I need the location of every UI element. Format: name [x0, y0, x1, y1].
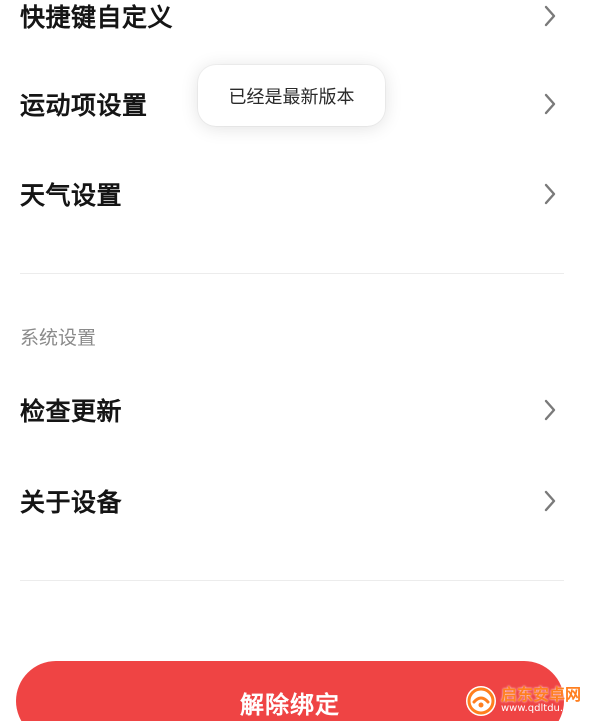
chevron-right-icon	[541, 397, 559, 423]
watermark-title: 启东安卓网	[501, 685, 582, 705]
settings-item-check-update[interactable]: 检查更新	[0, 375, 598, 445]
watermark-text: 启东安卓网 www.qdltdu.com	[501, 687, 584, 714]
chevron-right-icon	[541, 181, 559, 207]
settings-item-shortcut-custom[interactable]: 快捷键自定义	[0, 0, 598, 51]
toast-message: 已经是最新版本	[228, 86, 355, 108]
settings-item-label: 关于设备	[20, 488, 123, 517]
section-title-system: 系统设置	[20, 327, 97, 349]
settings-item-label: 天气设置	[20, 181, 123, 210]
section-divider	[20, 273, 564, 274]
settings-item-about-device[interactable]: 关于设备	[0, 466, 598, 536]
watermark-url: www.qdltdu.com	[501, 703, 585, 715]
settings-item-weather[interactable]: 天气设置	[0, 159, 598, 229]
settings-item-label: 运动项设置	[20, 91, 148, 120]
settings-item-label: 快捷键自定义	[20, 3, 174, 32]
section-divider	[20, 580, 564, 581]
device-settings-screen: 快捷键自定义 运动项设置 天气设置 系统设置 检查更新 关于设备 解除绑定 已经…	[0, 0, 598, 721]
unbind-button-label: 解除绑定	[240, 691, 340, 719]
site-watermark: 启东安卓网 www.qdltdu.com	[465, 681, 598, 721]
toast-notification: 已经是最新版本	[198, 65, 385, 126]
chevron-right-icon	[541, 91, 559, 117]
qdltdu-logo-icon	[465, 685, 497, 717]
chevron-right-icon	[541, 488, 559, 514]
settings-item-label: 检查更新	[20, 397, 123, 426]
chevron-right-icon	[541, 3, 559, 29]
